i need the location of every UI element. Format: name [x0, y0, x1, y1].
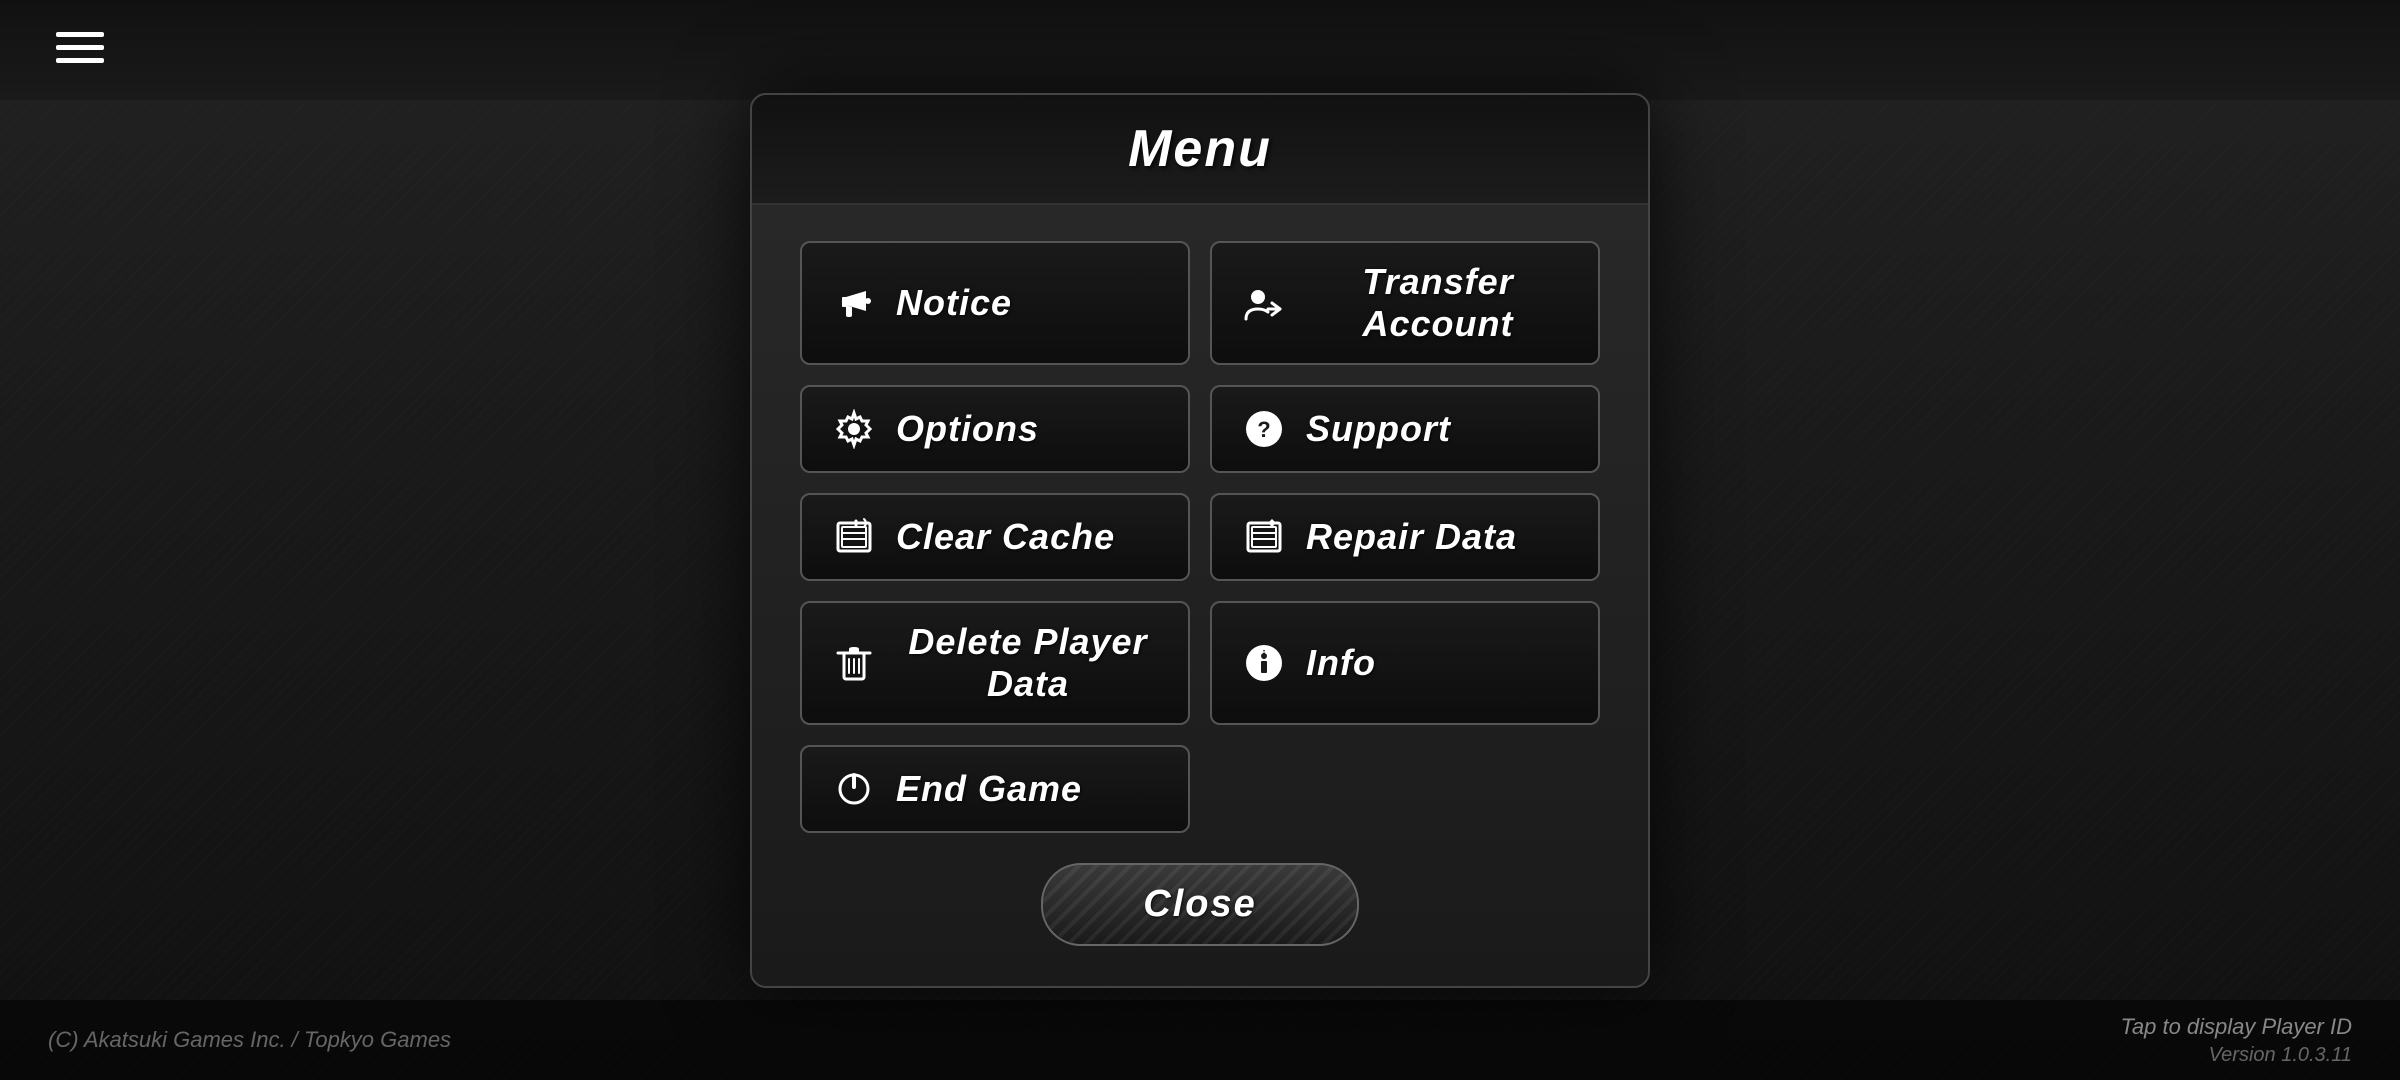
close-button[interactable]: Close — [1041, 863, 1358, 946]
info-icon: i — [1240, 639, 1288, 687]
repair-data-label: Repair Data — [1306, 516, 1517, 558]
transfer-account-button[interactable]: Transfer Account — [1210, 241, 1600, 365]
tap-player-id[interactable]: Tap to display Player ID — [2120, 1014, 2352, 1040]
support-button[interactable]: ? Support — [1210, 385, 1600, 473]
version-text: Version 1.0.3.11 — [2209, 1044, 2352, 1067]
options-label: Options — [896, 408, 1039, 450]
end-game-label: End Game — [896, 768, 1082, 810]
info-button[interactable]: i Info — [1210, 601, 1600, 725]
trash-icon — [830, 639, 878, 687]
end-game-button[interactable]: End Game — [800, 745, 1190, 833]
copyright-text: (C) Akatsuki Games Inc. / Topkyo Games — [48, 1027, 451, 1053]
close-row: Close — [752, 863, 1648, 946]
clear-cache-label: Clear Cache — [896, 516, 1115, 558]
modal-overlay: Menu Notice — [0, 0, 2400, 1080]
hamburger-menu[interactable] — [56, 32, 104, 63]
modal-header: Menu — [752, 95, 1648, 205]
power-icon — [830, 765, 878, 813]
svg-text:?: ? — [1257, 417, 1270, 442]
support-label: Support — [1306, 408, 1451, 450]
close-label: Close — [1143, 883, 1256, 925]
modal-body: Notice Transfer Account — [752, 205, 1648, 853]
bottom-bar: (C) Akatsuki Games Inc. / Topkyo Games T… — [0, 1000, 2400, 1080]
repair-data-button[interactable]: Repair Data — [1210, 493, 1600, 581]
question-icon: ? — [1240, 405, 1288, 453]
delete-player-data-button[interactable]: Delete Player Data — [800, 601, 1190, 725]
clear-cache-icon — [830, 513, 878, 561]
options-button[interactable]: Options — [800, 385, 1190, 473]
repair-icon — [1240, 513, 1288, 561]
transfer-icon — [1240, 279, 1288, 327]
modal-title: Menu — [752, 119, 1648, 179]
notice-button[interactable]: Notice — [800, 241, 1190, 365]
transfer-account-label: Transfer Account — [1306, 261, 1570, 345]
info-label: Info — [1306, 642, 1376, 684]
megaphone-icon — [830, 279, 878, 327]
bottom-right: Tap to display Player ID Version 1.0.3.1… — [2120, 1014, 2352, 1067]
delete-player-data-label: Delete Player Data — [896, 621, 1160, 705]
clear-cache-button[interactable]: Clear Cache — [800, 493, 1190, 581]
menu-modal: Menu Notice — [750, 93, 1650, 988]
notice-label: Notice — [896, 282, 1012, 324]
gear-icon — [830, 405, 878, 453]
